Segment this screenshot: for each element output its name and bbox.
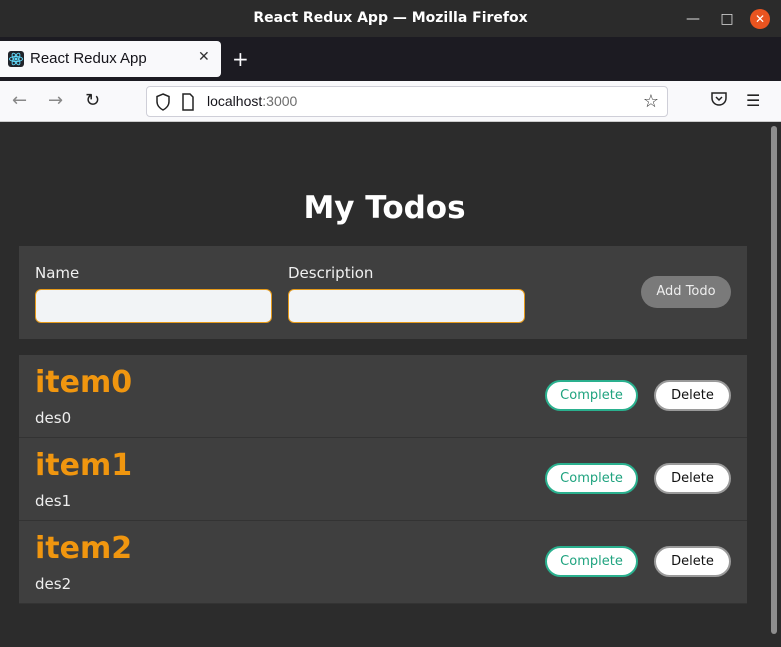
page-title: My Todos xyxy=(303,190,466,226)
close-window-icon[interactable]: ✕ xyxy=(750,9,770,29)
tab-bar: React Redux App ✕ + xyxy=(0,37,781,81)
url-bar[interactable]: localhost:3000 ☆ xyxy=(146,86,668,117)
page-content: My Todos Name Description Add Todo item0… xyxy=(0,122,769,647)
maximize-icon[interactable]: □ xyxy=(717,9,737,29)
todo-item: item1 des1 Complete Delete xyxy=(19,438,747,521)
todo-item: item2 des2 Complete Delete xyxy=(19,521,747,604)
complete-button[interactable]: Complete xyxy=(545,380,638,411)
todo-name: item2 xyxy=(35,531,133,566)
minimize-icon[interactable]: — xyxy=(683,9,703,29)
todo-description: des0 xyxy=(35,409,72,427)
add-todo-form: Name Description Add Todo xyxy=(19,246,747,339)
url-host: localhost xyxy=(207,93,263,109)
react-logo-icon xyxy=(8,51,24,67)
scrollbar[interactable] xyxy=(769,122,781,647)
tab-title: React Redux App xyxy=(30,50,147,67)
shield-icon[interactable] xyxy=(155,93,171,115)
delete-button[interactable]: Delete xyxy=(654,380,731,411)
url-text[interactable]: localhost:3000 xyxy=(207,93,297,109)
delete-button[interactable]: Delete xyxy=(654,546,731,577)
url-port: :3000 xyxy=(262,93,298,109)
delete-button[interactable]: Delete xyxy=(654,463,731,494)
todo-name: item1 xyxy=(35,448,133,483)
todo-item: item0 des0 Complete Delete xyxy=(19,355,747,438)
name-label: Name xyxy=(35,264,80,282)
back-arrow-icon[interactable]: ← xyxy=(12,91,27,111)
close-tab-icon[interactable]: ✕ xyxy=(198,49,210,65)
todo-list: item0 des0 Complete Delete item1 des1 Co… xyxy=(19,355,747,604)
complete-button[interactable]: Complete xyxy=(545,546,638,577)
navigation-toolbar: ← → ↻ localhost:3000 ☆ ☰ xyxy=(0,81,781,122)
todo-description: des1 xyxy=(35,492,72,510)
reload-icon[interactable]: ↻ xyxy=(85,91,100,111)
todo-name: item0 xyxy=(35,365,133,400)
hamburger-menu-icon[interactable]: ☰ xyxy=(746,91,760,110)
description-input[interactable] xyxy=(288,289,525,323)
add-todo-button[interactable]: Add Todo xyxy=(641,276,731,308)
description-label: Description xyxy=(288,264,374,282)
todo-description: des2 xyxy=(35,575,72,593)
scrollbar-thumb[interactable] xyxy=(771,126,777,634)
bookmark-star-icon[interactable]: ☆ xyxy=(643,91,659,112)
pocket-icon[interactable] xyxy=(710,90,728,112)
name-input[interactable] xyxy=(35,289,272,323)
window-title: React Redux App — Mozilla Firefox xyxy=(253,10,528,26)
window-titlebar: React Redux App — Mozilla Firefox — □ ✕ xyxy=(0,0,781,37)
forward-arrow-icon[interactable]: → xyxy=(48,91,63,111)
complete-button[interactable]: Complete xyxy=(545,463,638,494)
tab-react-redux-app[interactable]: React Redux App ✕ xyxy=(0,41,221,77)
new-tab-icon[interactable]: + xyxy=(232,49,249,69)
page-icon[interactable] xyxy=(181,93,195,115)
